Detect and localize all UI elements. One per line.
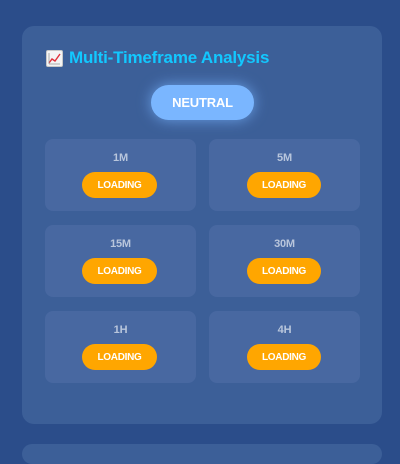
timeframe-label: 1H <box>113 324 128 336</box>
panel-title-text: Multi-Timeframe Analysis <box>69 48 270 67</box>
timeframe-label: 5M <box>277 152 292 164</box>
timeframe-card-15m[interactable]: 15M LOADING <box>45 225 196 297</box>
status-badge: LOADING <box>82 258 157 284</box>
status-badge: LOADING <box>247 344 321 370</box>
multi-timeframe-panel: Multi-Timeframe Analysis NEUTRAL 1M LOAD… <box>22 26 382 424</box>
status-badge: LOADING <box>82 172 157 198</box>
timeframe-label: 1M <box>113 152 128 164</box>
timeframe-card-5m[interactable]: 5M LOADING <box>209 139 360 211</box>
timeframe-label: 4H <box>277 324 292 336</box>
timeframe-card-1m[interactable]: 1M LOADING <box>45 139 196 211</box>
next-panel-edge <box>22 444 382 464</box>
timeframe-card-30m[interactable]: 30M LOADING <box>209 225 360 297</box>
status-badge: LOADING <box>82 344 157 370</box>
overall-signal-badge: NEUTRAL <box>151 85 254 120</box>
chart-increasing-icon <box>46 49 63 67</box>
status-badge: LOADING <box>247 172 321 198</box>
status-badge: LOADING <box>247 258 321 284</box>
timeframe-card-4h[interactable]: 4H LOADING <box>209 311 360 383</box>
panel-title: Multi-Timeframe Analysis <box>46 48 269 68</box>
timeframe-label: 30M <box>274 238 295 250</box>
timeframe-label: 15M <box>110 238 131 250</box>
timeframe-card-1h[interactable]: 1H LOADING <box>45 311 196 383</box>
